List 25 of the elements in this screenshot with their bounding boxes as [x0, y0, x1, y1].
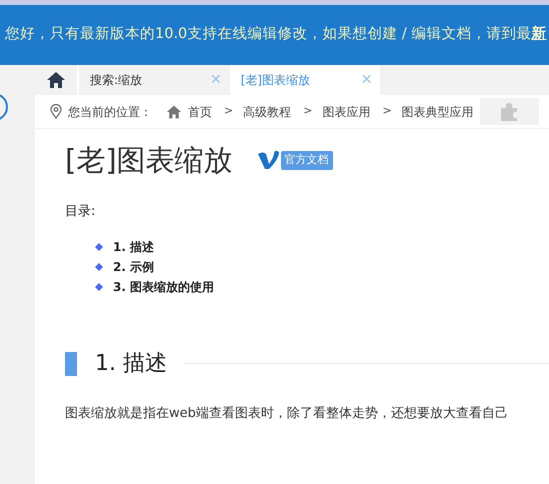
home-icon: [166, 104, 182, 120]
bullet-icon: [95, 283, 103, 292]
toc-link[interactable]: 1. 描述: [113, 238, 154, 256]
breadcrumb-separator: >: [381, 103, 393, 120]
toc-link[interactable]: 3. 图表缩放的使用: [113, 278, 214, 296]
breadcrumb-link[interactable]: 高级教程: [243, 102, 292, 120]
location-pin-icon: [50, 104, 62, 119]
notice-text: 您好，只有最新版本的10.0支持在线编辑修改，如果想创建 / 编辑文档，请到最: [5, 24, 532, 44]
breadcrumb-link[interactable]: 图表典型应用: [402, 102, 474, 120]
paragraph: 图表缩放就是指在web端查看图表时，除了看整体走势，还想要放大查看自己: [65, 405, 509, 424]
home-icon: [46, 70, 66, 90]
bullet-icon: [95, 243, 103, 252]
page-title: [老]图表缩放: [65, 143, 233, 178]
heading-marker: [65, 352, 77, 376]
breadcrumb-separator: >: [223, 103, 234, 120]
notice-link[interactable]: 新: [531, 24, 546, 46]
toc-link[interactable]: 2. 示例: [113, 258, 154, 276]
breadcrumb-link[interactable]: 首页: [188, 102, 212, 120]
breadcrumb-separator: >: [302, 103, 314, 120]
breadcrumb-label: 您当前的位置：: [68, 104, 152, 120]
section-heading: 1. 描述: [95, 350, 167, 378]
toc-label: 目录:: [65, 202, 96, 221]
bullet-icon: [95, 263, 103, 272]
ring-icon[interactable]: [0, 92, 9, 122]
breadcrumb-link[interactable]: 图表应用: [322, 102, 370, 120]
